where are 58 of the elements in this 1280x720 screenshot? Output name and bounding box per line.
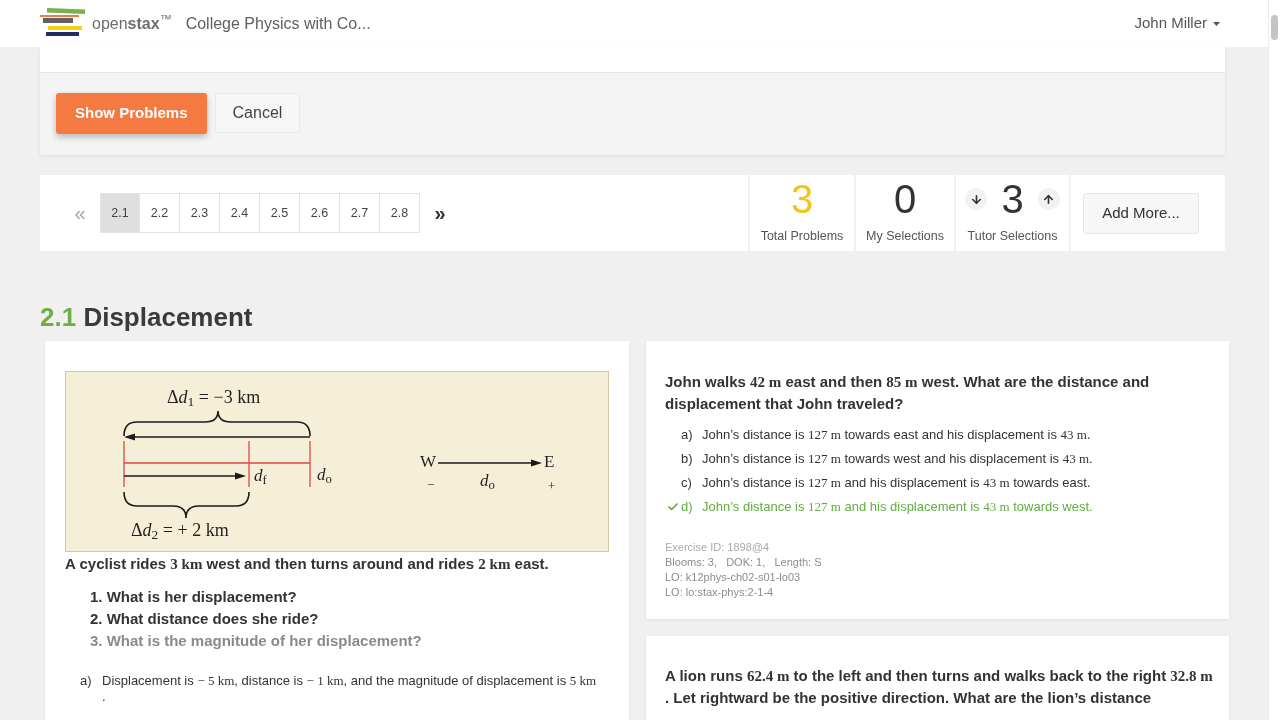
equation-label: Δd$_{2}$ = + 2 km	[131, 520, 229, 540]
book-title: College Physics with Co...	[185, 13, 371, 34]
variable-label: d$_{o}$	[317, 465, 332, 485]
caret-icon	[1213, 21, 1220, 26]
scrollbar-thumb[interactable]	[1271, 15, 1278, 40]
page-tab[interactable]: 2.3	[180, 193, 220, 233]
answer-letter: a)	[681, 426, 694, 445]
answer-text: John’s distance is 127 m towards west and his displacement is 43 m.	[702, 450, 1093, 469]
page-tab[interactable]: 2.4	[220, 193, 260, 233]
next-page-button[interactable]: »	[420, 193, 460, 233]
increase-button[interactable]	[1037, 188, 1060, 210]
sign-label: +	[548, 477, 556, 495]
user-menu-button[interactable]: John Miller	[1134, 12, 1220, 35]
arrow-down-icon	[969, 192, 983, 206]
answer-text: John’s distance is 127 m towards east and his displacement is 43 m.	[702, 426, 1091, 445]
exercise-meta: Exercise ID: 1898@4	[665, 540, 770, 555]
answer-text: John’s distance is 127 m and his displacement is 43 m towards east.	[702, 474, 1091, 493]
question-item: 3. What is the magnitude of her displacement?	[90, 631, 422, 651]
page-tab[interactable]: 2.2	[140, 193, 180, 233]
answer-letter: c)	[681, 474, 693, 493]
stat-label: Total Problems	[760, 228, 844, 244]
question-text: A lion runs 62.4 m to the left and then turns and walks back to the right 32.8 m . Let rightward be the positive direction. What are the lion’s distance	[665, 666, 1213, 708]
answer-letter: b)	[681, 450, 694, 469]
variable-label: d$_{f}$	[254, 466, 267, 486]
logo-icon	[40, 8, 88, 37]
page-tab[interactable]: 2.5	[260, 193, 300, 233]
page-tab[interactable]: 2.1	[100, 193, 140, 233]
stat-value: 0	[893, 179, 917, 219]
stat-value: 3	[1001, 179, 1024, 219]
answer-letter: a)	[80, 673, 93, 690]
sign-label: −	[427, 476, 435, 494]
page-tab[interactable]: 2.8	[380, 193, 420, 233]
equation-label: Δd$_{1}$ = −3 km	[167, 387, 261, 407]
exercise-meta: LO: k12phys-ch02-s01-lo03	[665, 570, 801, 585]
stat-value: 3	[790, 179, 814, 219]
variable-label: d$_{o}$	[480, 471, 495, 491]
add-more-button[interactable]: Add More...	[1083, 192, 1199, 234]
stat-label: My Selections	[866, 228, 944, 244]
exercise-meta: Blooms: 3, DOK: 1, Length: S	[665, 555, 822, 570]
page-tab[interactable]: 2.7	[340, 193, 380, 233]
answer-text: John’s distance is 127 m and his displacement is 43 m towards west.	[702, 498, 1093, 517]
check-icon	[667, 501, 679, 513]
stat-label: Tutor Selections	[967, 228, 1058, 244]
question-item: 1. What is her displacement?	[90, 587, 297, 607]
cancel-button[interactable]: Cancel	[214, 93, 301, 133]
exercise-meta: LO: lo:stax-phys:2-1-4	[665, 585, 774, 600]
direction-label: E	[544, 452, 555, 472]
question-text: A cyclist rides 3 km west and then turns around and rides 2 km east.	[65, 554, 549, 574]
answer-text: Displacement is − 5 km, distance is − 1 km, and the magnitude of displacement is 5 km .	[102, 673, 597, 705]
arrow-up-icon	[1042, 192, 1056, 206]
direction-label: W	[420, 452, 437, 472]
question-text: John walks 42 m east and then 85 m west. What are the distance and displacement that John traveled?	[665, 372, 1150, 414]
decrease-button[interactable]	[965, 188, 988, 210]
question-item: 2. What distance does she ride?	[90, 609, 319, 629]
section-heading: 2.1 Displacement	[40, 301, 253, 334]
brand-name[interactable]: openstax$^{™}$	[92, 11, 172, 36]
answer-letter: d)	[681, 498, 694, 517]
page-tab[interactable]: 2.6	[300, 193, 340, 233]
